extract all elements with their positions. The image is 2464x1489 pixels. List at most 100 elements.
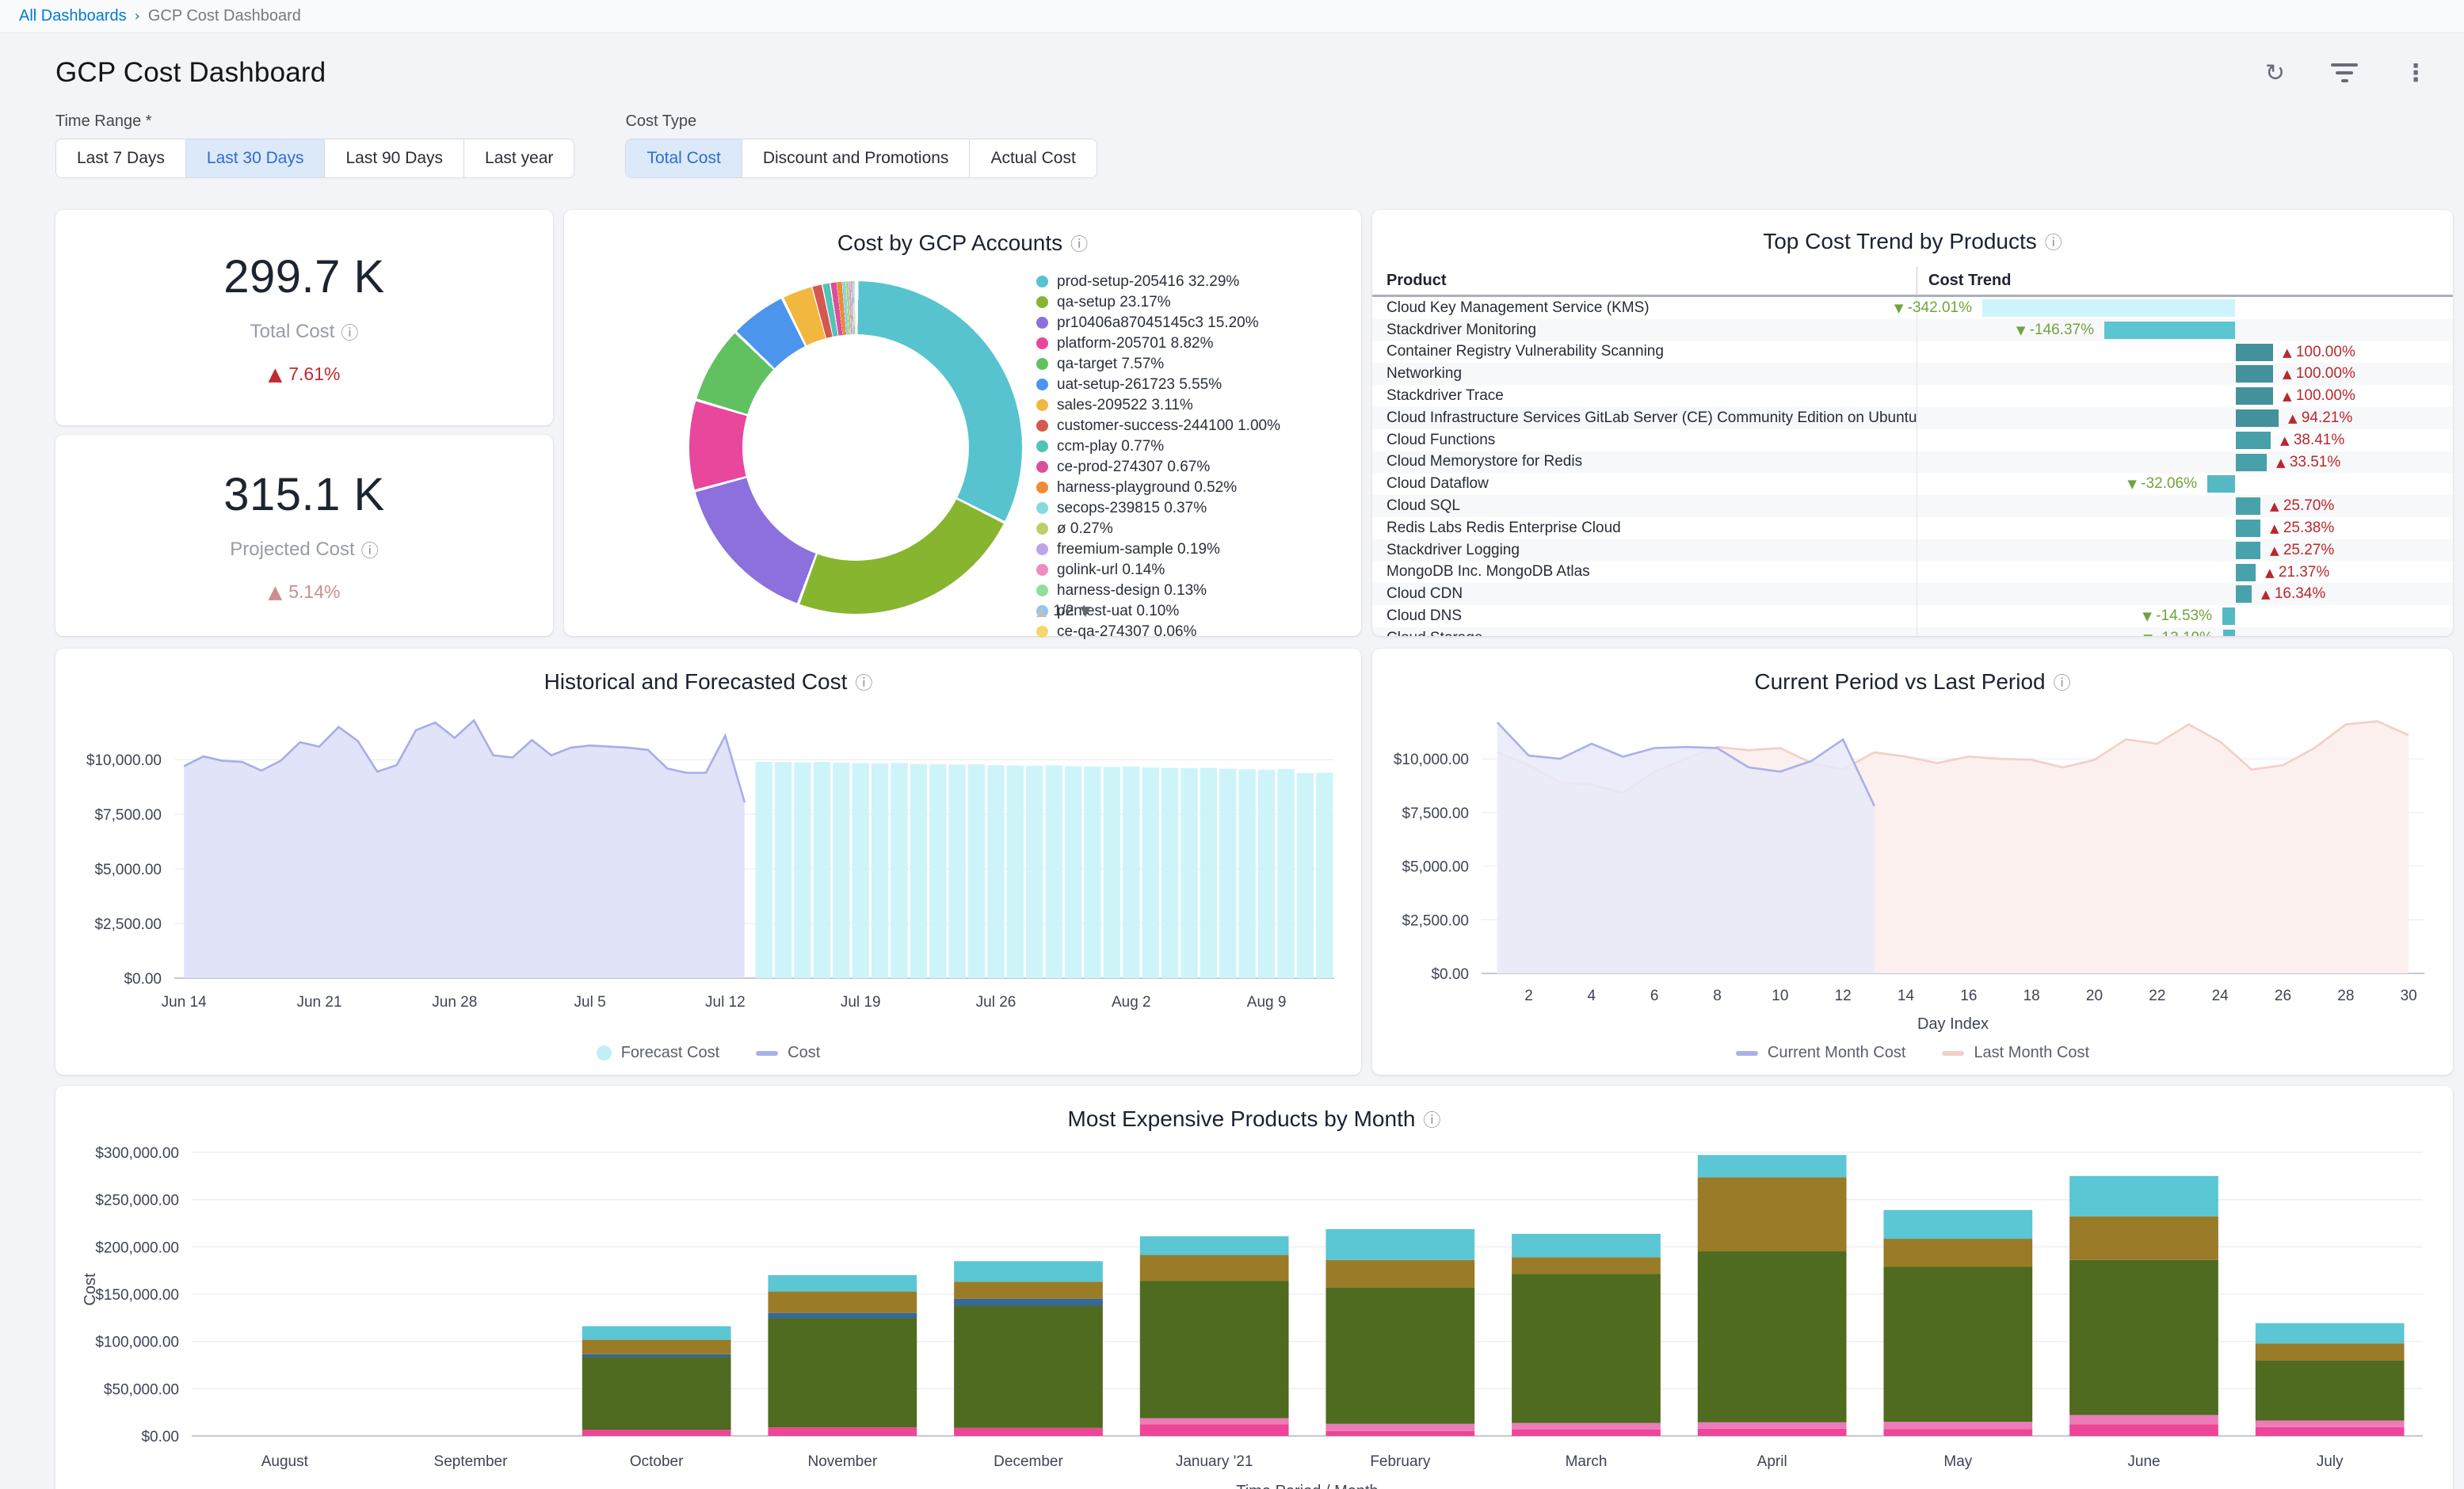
product-cell: Cloud Memorystore for Redis	[1372, 453, 1917, 470]
donut-legend-item[interactable]: platform-205701 8.82%	[1036, 335, 1352, 352]
refresh-button[interactable]: ↻	[2265, 59, 2285, 87]
time-range-option-1[interactable]: Last 30 Days	[185, 139, 325, 177]
cost-trend-cell: ▲ 21.37%	[1917, 562, 2453, 584]
cost-trend-cell: ▼ -32.06%	[1917, 473, 2453, 495]
cost-type-option-0[interactable]: Total Cost	[626, 139, 741, 177]
projected-cost-label: Projected Cost	[230, 539, 354, 561]
column-header-product[interactable]: Product	[1372, 272, 1917, 290]
donut-legend-item[interactable]: harness-design 0.13%	[1036, 582, 1352, 599]
svg-text:28: 28	[2337, 988, 2354, 1004]
time-range-option-3[interactable]: Last year	[463, 139, 574, 177]
donut-legend-item[interactable]: ce-prod-274307 0.67%	[1036, 459, 1352, 475]
svg-text:March: March	[1566, 1453, 1608, 1470]
period-compare-chart: $0.00$2,500.00$5,000.00$7,500.00$10,000.…	[1388, 695, 2437, 1040]
historical-forecast-chart: $0.00$2,500.00$5,000.00$7,500.00$10,000.…	[71, 695, 1345, 1040]
svg-text:September: September	[434, 1453, 509, 1470]
svg-text:$300,000.00: $300,000.00	[95, 1145, 179, 1162]
svg-text:May: May	[1943, 1453, 1972, 1470]
period-chart-legend: Current Month Cost Last Month Cost	[1372, 1044, 2453, 1062]
svg-text:$0.00: $0.00	[1431, 966, 1469, 983]
info-icon[interactable]: ⓘ	[855, 669, 872, 695]
donut-legend-item[interactable]: qa-target 7.57%	[1036, 356, 1352, 372]
legend-swatch-icon	[1036, 358, 1048, 370]
donut-legend-item[interactable]: sales-209522 3.11%	[1036, 397, 1352, 413]
donut-legend-item[interactable]: ccm-play 0.77%	[1036, 438, 1352, 455]
donut-legend-item[interactable]: uat-setup-261723 5.55%	[1036, 376, 1352, 393]
legend-marker-icon	[597, 1045, 612, 1061]
chart-legend-item[interactable]: Last Month Cost	[1942, 1044, 2089, 1062]
legend-swatch-icon	[1036, 317, 1048, 329]
page-title: GCP Cost Dashboard	[55, 57, 326, 89]
cost-type-option-1[interactable]: Discount and Promotions	[742, 139, 970, 177]
chart-legend-item[interactable]: Cost	[756, 1044, 820, 1062]
svg-text:Aug 9: Aug 9	[1247, 994, 1287, 1011]
donut-legend-item[interactable]: ce-qa-274307 0.06%	[1036, 623, 1352, 640]
filter-button[interactable]	[2331, 63, 2358, 82]
breadcrumb-all-dashboards[interactable]: All Dashboards	[19, 7, 127, 25]
trend-bar	[2236, 387, 2273, 405]
legend-label: secops-239815 0.37%	[1057, 500, 1207, 516]
time-range-option-2[interactable]: Last 90 Days	[324, 139, 463, 177]
legend-label: Cost	[788, 1044, 820, 1062]
svg-text:$100,000.00: $100,000.00	[95, 1335, 179, 1351]
donut-legend-item[interactable]: pr10406a87045145c3 15.20%	[1036, 314, 1352, 331]
table-row: Container Registry Vulnerability Scannin…	[1372, 341, 2453, 364]
trend-percent-label: ▼ -342.01%	[1894, 297, 1972, 320]
svg-text:14: 14	[1898, 988, 1915, 1004]
svg-text:December: December	[994, 1453, 1063, 1470]
trend-bar	[2223, 630, 2235, 636]
cost-trend-cell: ▲ 100.00%	[1917, 385, 2453, 407]
dashboard-filters: Time Range * Last 7 DaysLast 30 DaysLast…	[0, 89, 2464, 178]
product-cell: Container Registry Vulnerability Scannin…	[1372, 343, 1917, 360]
trend-percent-label: ▲ 25.38%	[2270, 517, 2334, 540]
chart-legend-item[interactable]: Forecast Cost	[597, 1044, 719, 1062]
donut-legend-item[interactable]: freemium-sample 0.19%	[1036, 541, 1352, 558]
svg-text:Jul 12: Jul 12	[705, 994, 746, 1011]
table-row: Cloud Functions▲ 38.41%	[1372, 429, 2453, 451]
column-header-cost-trend[interactable]: Cost Trend	[1917, 267, 2453, 295]
legend-label: ce-prod-274307 0.67%	[1057, 459, 1210, 475]
svg-text:6: 6	[1650, 988, 1659, 1004]
donut-legend-item[interactable]: customer-success-244100 1.00%	[1036, 417, 1352, 434]
time-range-filter: Time Range * Last 7 DaysLast 30 DaysLast…	[55, 112, 574, 178]
total-cost-trend: ▲ 7.61%	[269, 364, 341, 385]
gcp-accounts-donut-chart[interactable]	[689, 281, 1022, 614]
product-cell: Redis Labs Redis Enterprise Cloud	[1372, 520, 1917, 537]
trend-up-icon: ▲	[269, 364, 283, 385]
svg-text:8: 8	[1713, 988, 1722, 1004]
info-icon[interactable]: ⓘ	[2045, 229, 2062, 254]
legend-label: customer-success-244100 1.00%	[1057, 417, 1280, 434]
svg-text:12: 12	[1835, 988, 1852, 1004]
cost-type-option-2[interactable]: Actual Cost	[969, 139, 1096, 177]
table-row: Redis Labs Redis Enterprise Cloud ▲ 25.38…	[1372, 517, 2453, 539]
donut-legend-item[interactable]: ø 0.27%	[1036, 520, 1352, 537]
pager-label: 1/2	[1053, 603, 1074, 620]
donut-legend-item[interactable]: harness-playground 0.52%	[1036, 479, 1352, 496]
time-range-option-0[interactable]: Last 7 Days	[56, 139, 185, 177]
legend-label: Forecast Cost	[621, 1044, 719, 1062]
info-icon[interactable]: ⓘ	[1423, 1106, 1440, 1132]
donut-legend-item[interactable]: golink-url 0.14%	[1036, 562, 1352, 578]
table-row: Stackdriver Logging▲ 25.27%	[1372, 539, 2453, 562]
time-range-segmented-control: Last 7 DaysLast 30 DaysLast 90 DaysLast …	[55, 139, 574, 178]
svg-text:Jun 28: Jun 28	[432, 994, 477, 1011]
donut-legend-item[interactable]: prod-setup-205416 32.29%	[1036, 273, 1352, 290]
info-icon[interactable]: ⓘ	[341, 319, 358, 345]
product-cell: Cloud Key Management Service (KMS)	[1372, 299, 1917, 317]
pager-up-icon[interactable]: ▲	[1036, 604, 1047, 619]
svg-text:Jul 5: Jul 5	[574, 994, 606, 1011]
info-icon[interactable]: ⓘ	[2054, 669, 2071, 695]
donut-legend-item[interactable]: secops-239815 0.37%	[1036, 500, 1352, 516]
info-icon[interactable]: ⓘ	[1070, 230, 1088, 256]
legend-swatch-icon	[1036, 523, 1048, 535]
trend-percent-label: ▲ 21.37%	[2265, 562, 2329, 585]
info-icon[interactable]: ⓘ	[361, 537, 379, 562]
svg-text:$0.00: $0.00	[124, 971, 162, 988]
svg-text:2: 2	[1524, 988, 1533, 1004]
chart-legend-item[interactable]: Current Month Cost	[1736, 1044, 1906, 1062]
pager-down-icon[interactable]: ▼	[1081, 604, 1091, 619]
donut-legend-item[interactable]: qa-setup 23.17%	[1036, 294, 1352, 310]
svg-text:August: August	[261, 1453, 309, 1470]
trend-bar	[2236, 365, 2273, 383]
more-button[interactable]: ⋮	[2404, 59, 2428, 87]
